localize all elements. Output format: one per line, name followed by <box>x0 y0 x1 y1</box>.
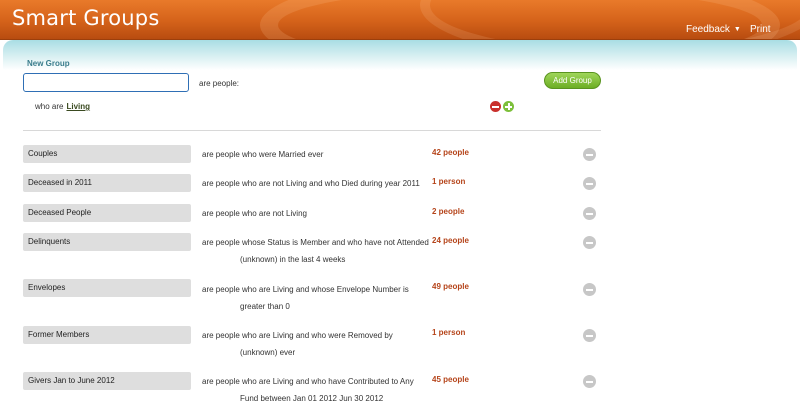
remove-group-icon[interactable] <box>583 283 596 296</box>
remove-group-icon[interactable] <box>583 236 596 249</box>
caret-down-icon: ▼ <box>733 26 741 33</box>
header-swirl-decoration <box>420 0 800 39</box>
group-name-button[interactable]: Deceased in 2011 <box>23 174 191 192</box>
group-description: are people who are Living and who have C… <box>202 373 417 407</box>
group-count-link[interactable]: 1 person <box>432 177 465 186</box>
group-description-line: greater than 0 <box>240 302 290 311</box>
criteria-value-link[interactable]: Living <box>66 102 90 111</box>
group-description-line: are people who were Married ever <box>202 150 324 159</box>
group-description-line: Fund between Jan 01 2012 Jun 30 2012 <box>240 394 384 403</box>
group-description-line: are people who are not Living and who Di… <box>202 179 420 188</box>
group-description: are people whose Status is Member and wh… <box>202 234 432 268</box>
smart-groups-app: Smart Groups Feedback ▼ Print New Group a… <box>0 0 800 407</box>
feedback-menu[interactable]: Feedback ▼ <box>686 24 741 35</box>
remove-group-icon[interactable] <box>583 148 596 161</box>
group-description: are people who are Living and whose Enve… <box>202 281 417 315</box>
remove-group-icon[interactable] <box>583 207 596 220</box>
group-name-button[interactable]: Envelopes <box>23 279 191 297</box>
group-description-line: (unknown) ever <box>240 348 296 357</box>
group-count-link[interactable]: 42 people <box>432 148 469 157</box>
feedback-label: Feedback <box>686 24 730 35</box>
group-name-button[interactable]: Couples <box>23 145 191 163</box>
divider <box>23 130 601 131</box>
group-description-line: are people who are Living and who have C… <box>202 377 414 386</box>
group-count-link[interactable]: 49 people <box>432 282 469 291</box>
add-group-button[interactable]: Add Group <box>544 72 601 89</box>
group-name-button[interactable]: Delinquents <box>23 233 191 251</box>
group-name-button[interactable]: Former Members <box>23 326 191 344</box>
group-description-line: (unknown) in the last 4 weeks <box>240 255 346 264</box>
remove-criteria-icon[interactable] <box>490 101 501 112</box>
group-description-line: are people who are not Living <box>202 209 307 218</box>
group-name-input[interactable] <box>23 73 189 92</box>
new-group-heading: New Group <box>27 59 70 68</box>
group-description: are people who were Married ever <box>202 146 417 163</box>
remove-group-icon[interactable] <box>583 375 596 388</box>
group-description: are people who are not Living and who Di… <box>202 175 432 192</box>
app-header: Smart Groups Feedback ▼ Print <box>0 0 800 40</box>
group-count-link[interactable]: 24 people <box>432 236 469 245</box>
group-description-line: are people who are Living and whose Enve… <box>202 285 409 294</box>
remove-group-icon[interactable] <box>583 177 596 190</box>
content-band-decoration <box>3 40 797 70</box>
group-description-line: are people whose Status is Member and wh… <box>202 238 429 247</box>
page-title: Smart Groups <box>12 6 160 30</box>
criteria-row: who are Living <box>35 102 90 111</box>
print-link[interactable]: Print <box>750 24 771 35</box>
group-count-link[interactable]: 1 person <box>432 328 465 337</box>
group-count-link[interactable]: 2 people <box>432 207 464 216</box>
group-description: are people who are not Living <box>202 205 417 222</box>
group-description: are people who are Living and who were R… <box>202 327 417 361</box>
are-people-label: are people: <box>199 79 240 88</box>
group-name-button[interactable]: Deceased People <box>23 204 191 222</box>
group-name-button[interactable]: Givers Jan to June 2012 <box>23 372 191 390</box>
group-count-link[interactable]: 45 people <box>432 375 469 384</box>
group-description-line: are people who are Living and who were R… <box>202 331 393 340</box>
add-criteria-icon[interactable] <box>503 101 514 112</box>
remove-group-icon[interactable] <box>583 329 596 342</box>
criteria-prefix: who are <box>35 102 64 111</box>
